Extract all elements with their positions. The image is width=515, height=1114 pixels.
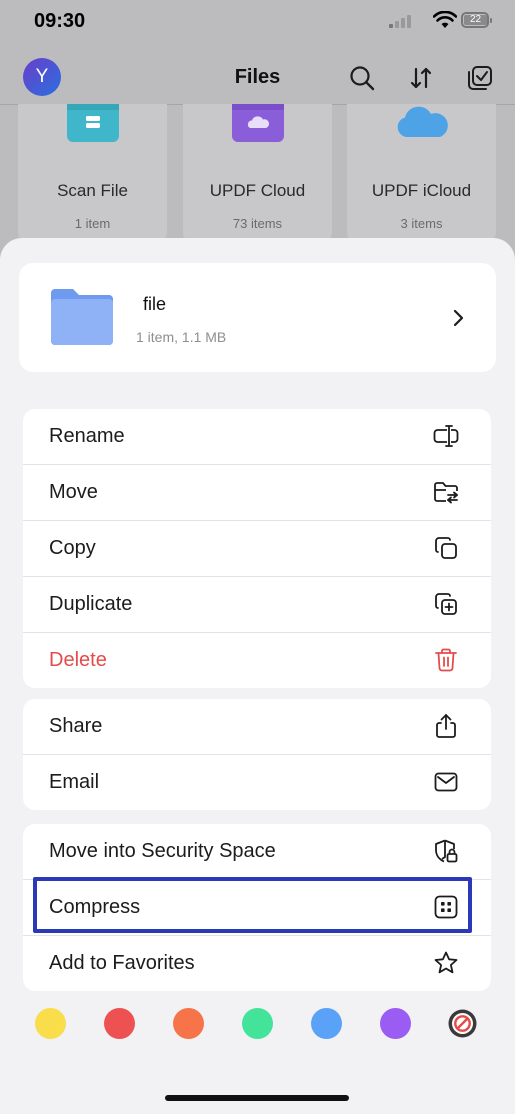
color-tag-row <box>0 1008 515 1042</box>
menu-label: Delete <box>49 649 107 671</box>
color-tag-purple[interactable] <box>380 1008 411 1039</box>
folder-icon <box>51 289 113 345</box>
shield-lock-icon <box>435 839 458 863</box>
navigation-bar: Y Files <box>0 52 515 105</box>
duplicate-icon <box>435 593 457 615</box>
tile-count: 73 items <box>232 216 283 231</box>
compress-button[interactable]: Compress <box>23 880 491 936</box>
move-button[interactable]: Move <box>23 465 491 521</box>
share-button[interactable]: Share <box>23 699 491 755</box>
email-button[interactable]: Email <box>23 755 491 810</box>
rename-button[interactable]: Rename <box>23 409 491 465</box>
star-icon <box>434 951 458 974</box>
status-bar: 09:30 22 <box>0 0 515 44</box>
file-info-card[interactable]: file 1 item, 1.1 MB <box>19 263 496 372</box>
folder-tile-updf-icloud[interactable]: UPDF iCloud 3 items <box>347 104 496 244</box>
menu-label: Move <box>49 481 98 503</box>
color-tag-blue[interactable] <box>311 1008 342 1039</box>
multi-select-icon[interactable] <box>466 64 494 92</box>
menu-label: Rename <box>49 425 125 447</box>
battery-level: 22 <box>464 15 487 25</box>
menu-group-more: Move into Security Space Compress Add to… <box>23 824 491 991</box>
status-time: 09:30 <box>34 10 86 32</box>
menu-label: Move into Security Space <box>49 840 276 862</box>
page-title: Files <box>234 66 281 88</box>
color-tag-green[interactable] <box>242 1008 273 1039</box>
battery-icon: 22 <box>461 12 492 28</box>
search-icon[interactable] <box>348 64 376 92</box>
trash-icon <box>435 648 457 672</box>
tile-count: 3 items <box>400 216 443 231</box>
tile-name: UPDF iCloud <box>371 181 472 200</box>
move-folder-icon <box>434 482 458 504</box>
home-indicator <box>165 1095 349 1101</box>
copy-icon <box>435 537 457 559</box>
compress-icon <box>434 895 458 919</box>
tile-name: Scan File <box>57 181 128 200</box>
cloud-folder-icon <box>231 104 284 142</box>
menu-group-edit: Rename Move Copy Duplicate Delete <box>23 409 491 688</box>
menu-label: Share <box>49 715 103 737</box>
menu-label: Compress <box>49 896 141 918</box>
menu-group-share: Share Email <box>23 699 491 810</box>
folder-tile-scan-file[interactable]: Scan File 1 item <box>18 104 167 244</box>
file-meta: 1 item, 1.1 MB <box>136 329 227 345</box>
menu-label: Add to Favorites <box>49 952 195 974</box>
no-color-icon[interactable] <box>447 1008 478 1039</box>
action-sheet: file 1 item, 1.1 MB Rename Move Copy Dup… <box>0 238 515 1114</box>
move-into-security-space-button[interactable]: Move into Security Space <box>23 824 491 880</box>
file-name: file <box>143 294 167 314</box>
rename-icon <box>433 425 459 447</box>
chevron-right-icon <box>453 309 464 327</box>
color-tag-yellow[interactable] <box>35 1008 66 1039</box>
sort-icon[interactable] <box>407 64 435 92</box>
tile-count: 1 item <box>74 216 111 231</box>
menu-label: Duplicate <box>49 593 133 615</box>
folder-tile-updf-cloud[interactable]: UPDF Cloud 73 items <box>183 104 332 244</box>
add-to-favorites-button[interactable]: Add to Favorites <box>23 936 491 991</box>
scan-folder-icon <box>66 104 119 142</box>
tile-name: UPDF Cloud <box>209 181 306 200</box>
delete-button[interactable]: Delete <box>23 633 491 688</box>
icloud-icon <box>397 106 448 137</box>
color-tag-red[interactable] <box>104 1008 135 1039</box>
menu-label: Copy <box>49 537 96 559</box>
duplicate-button[interactable]: Duplicate <box>23 577 491 633</box>
color-tag-orange[interactable] <box>173 1008 204 1039</box>
mail-icon <box>434 772 458 792</box>
cellular-signal-icon <box>389 15 411 28</box>
share-icon <box>436 714 456 738</box>
avatar[interactable]: Y <box>23 58 61 96</box>
wifi-icon <box>433 11 457 28</box>
copy-button[interactable]: Copy <box>23 521 491 577</box>
menu-label: Email <box>49 771 100 793</box>
